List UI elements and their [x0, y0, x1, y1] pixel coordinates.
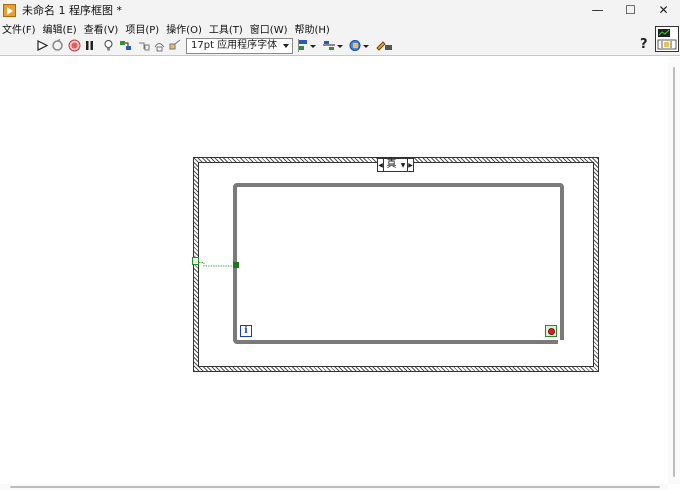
menu-view[interactable]: 查看(V) — [82, 21, 124, 36]
maximize-button[interactable]: ☐ — [614, 0, 647, 20]
case-selector-tunnel[interactable] — [192, 257, 199, 265]
increment-case-icon[interactable]: ▶ — [407, 159, 413, 171]
boolean-wire[interactable] — [199, 262, 234, 267]
distribute-objects-icon[interactable] — [323, 39, 343, 52]
align-objects-icon[interactable] — [298, 39, 316, 52]
vertical-scroll-thumb[interactable] — [673, 67, 675, 477]
abort-execution-icon[interactable] — [68, 39, 81, 52]
text-settings-dropdown[interactable]: 17pt 应用程序字体 — [186, 38, 293, 54]
case-dropdown-icon[interactable]: ▼ — [399, 162, 407, 169]
vi-icon[interactable] — [655, 26, 679, 52]
menu-window[interactable]: 窗口(W) — [248, 21, 293, 36]
reorder-icon[interactable] — [349, 39, 369, 52]
labview-app-icon — [3, 3, 16, 17]
loop-condition-terminal[interactable] — [545, 325, 557, 337]
toolbar: 17pt 应用程序字体 — [0, 36, 680, 56]
run-continuously-icon[interactable] — [51, 39, 64, 52]
case-selector-label: 真 — [386, 159, 397, 170]
clean-up-diagram-icon[interactable] — [375, 39, 393, 52]
horizontal-scroll-thumb[interactable] — [10, 486, 660, 488]
menu-project[interactable]: 项目(P) — [123, 21, 164, 36]
stop-icon — [547, 327, 555, 335]
loop-input-tunnel[interactable] — [233, 262, 239, 268]
menu-tools[interactable]: 工具(T) — [207, 21, 248, 36]
chevron-down-icon — [283, 44, 289, 48]
highlight-execution-icon[interactable] — [102, 39, 115, 52]
horizontal-scrollbar[interactable] — [0, 484, 668, 490]
menu-bar: 文件(F) 编辑(E) 查看(V) 项目(P) 操作(O) 工具(T) 窗口(W… — [0, 20, 680, 36]
while-loop[interactable] — [233, 183, 564, 344]
window-title: 未命名 1 程序框图 * — [22, 4, 122, 17]
minimize-button[interactable]: — — [581, 0, 614, 20]
step-over-icon[interactable] — [153, 39, 166, 52]
menu-file[interactable]: 文件(F) — [0, 21, 41, 36]
vertical-scrollbar[interactable] — [668, 57, 680, 484]
case-selector[interactable]: ◀ 真 ▼ ▶ — [377, 158, 414, 172]
text-settings-value: 17pt 应用程序字体 — [191, 40, 278, 51]
retain-wire-values-icon[interactable] — [119, 39, 132, 52]
title-bar: 未命名 1 程序框图 * — ☐ ✕ — [0, 0, 680, 20]
menu-edit[interactable]: 编辑(E) — [41, 21, 82, 36]
menu-help[interactable]: 帮助(H) — [293, 21, 335, 36]
step-into-icon[interactable] — [137, 39, 150, 52]
context-help-icon[interactable]: ? — [640, 37, 648, 52]
run-arrow-icon[interactable] — [36, 39, 49, 52]
menu-operate[interactable]: 操作(O) — [164, 21, 207, 36]
step-out-icon[interactable] — [169, 39, 182, 52]
window-controls: — ☐ ✕ — [581, 0, 680, 20]
close-button[interactable]: ✕ — [647, 0, 680, 20]
pause-icon[interactable] — [83, 39, 96, 52]
iteration-terminal[interactable]: i — [240, 325, 252, 337]
